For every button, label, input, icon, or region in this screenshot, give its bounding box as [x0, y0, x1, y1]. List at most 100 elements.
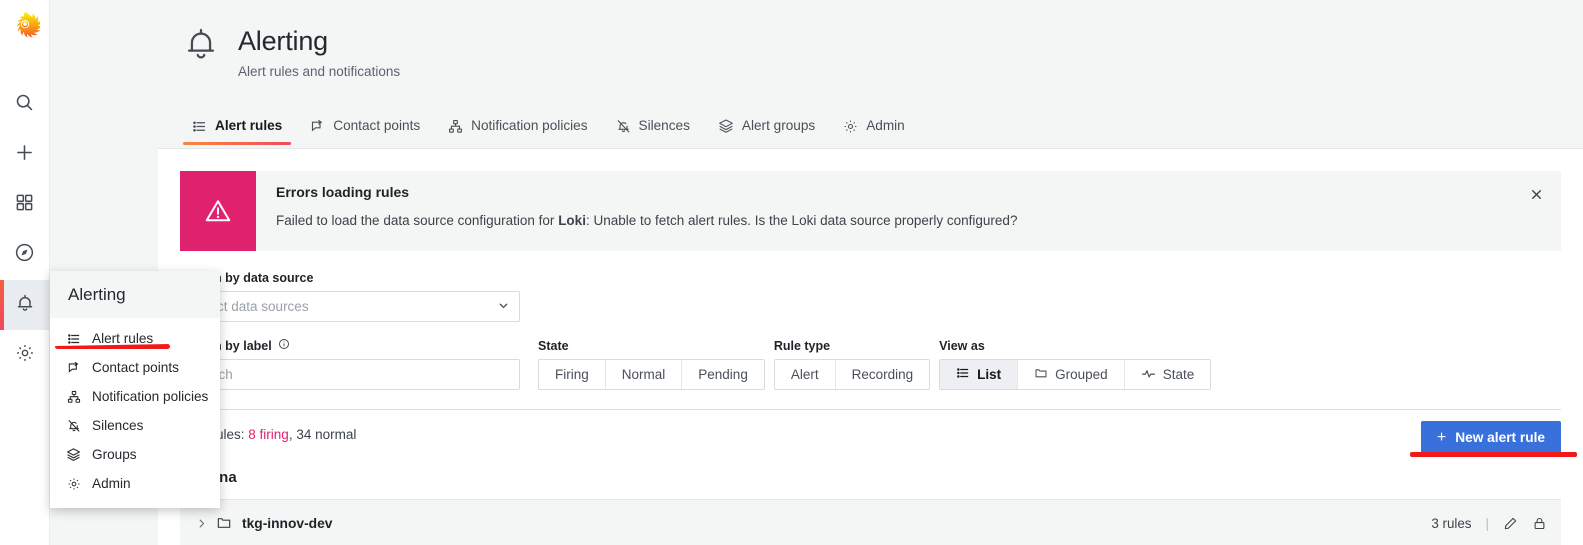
alerting-page: Alerting Alert rules and notifications A… [0, 0, 1583, 545]
tab-silences[interactable]: Silences [602, 113, 704, 145]
state-option-firing[interactable]: Firing [539, 360, 606, 389]
rule-count: 3 rules [1431, 515, 1472, 531]
flyout-item-silences[interactable]: Silences [50, 411, 220, 440]
flyout-item-admin[interactable]: Admin [50, 469, 220, 498]
tab-label: Alert groups [741, 118, 816, 133]
gear-icon [843, 119, 858, 134]
bell-slash-icon [616, 119, 631, 134]
view-as-radio-group: List Grouped State [939, 359, 1212, 390]
plus-icon [14, 142, 35, 168]
tab-admin[interactable]: Admin [829, 113, 919, 145]
state-radio-group: Firing Normal Pending [538, 359, 765, 390]
page-subtitle: Alert rules and notifications [238, 64, 401, 79]
divider [180, 409, 1561, 410]
rule-type-radio-group: Alert Recording [773, 359, 931, 390]
layer-group-icon [66, 447, 81, 462]
main-nav-rail [0, 0, 50, 545]
sidebar-item-alerting[interactable] [0, 280, 50, 330]
annotation-underline-new-alert-rule [1410, 452, 1577, 457]
search-icon [14, 92, 35, 118]
dashboards-icon [15, 193, 34, 217]
filters-row-2: Search by label Search State F [180, 338, 1561, 390]
alert-title: Errors loading rules [276, 184, 410, 200]
list-icon [956, 366, 970, 383]
chevron-down-icon [497, 299, 510, 315]
new-alert-rule-button[interactable]: + New alert rule [1420, 421, 1561, 454]
view-as-label: Grouped [1055, 367, 1108, 382]
flyout-item-label: Alert rules [92, 331, 154, 346]
bell-icon [15, 293, 35, 318]
state-option-normal[interactable]: Normal [605, 360, 683, 389]
separator: | [1485, 515, 1489, 531]
flyout-item-label: Notification policies [92, 389, 209, 404]
filter-rule-type: Rule type Alert Recording [773, 339, 931, 390]
flyout-item-notification-policies[interactable]: Notification policies [50, 382, 220, 411]
view-as-option-grouped[interactable]: Grouped [1018, 360, 1125, 389]
grafana-logo-icon[interactable] [8, 8, 42, 42]
tab-contact-points[interactable]: Contact points [296, 113, 434, 145]
filter-label-label: Search by label [180, 338, 529, 353]
sidebar-item-explore[interactable] [0, 230, 50, 280]
filter-label: Search by label Search [180, 338, 529, 390]
close-icon[interactable] [1525, 183, 1547, 205]
rule-folder-name: tkg-innov-dev [242, 515, 333, 531]
rule-type-option-recording[interactable]: Recording [835, 360, 930, 389]
compass-icon [14, 242, 35, 268]
label-search-input[interactable]: Search [180, 359, 520, 390]
flyout-item-label: Silences [92, 418, 144, 433]
filter-state-label: State [538, 339, 569, 353]
tab-label: Contact points [333, 118, 421, 133]
list-icon [192, 119, 207, 134]
comment-share-icon [310, 119, 325, 134]
lock-icon[interactable] [1532, 516, 1547, 531]
tab-bar: Alert rules Contact points Notification … [178, 113, 919, 145]
sidebar-item-search[interactable] [0, 80, 50, 130]
new-alert-rule-label: New alert rule [1455, 430, 1545, 445]
tab-label: Alert rules [215, 118, 283, 133]
bell-slash-icon [66, 419, 81, 433]
datasource-select[interactable]: Select data sources [180, 291, 520, 322]
pencil-icon[interactable] [1503, 516, 1518, 531]
flyout-item-label: Groups [92, 447, 137, 462]
chevron-right-icon[interactable] [192, 518, 210, 529]
sitemap-icon [66, 390, 81, 404]
error-alert-banner: Errors loading rules Failed to load the … [180, 171, 1561, 251]
filter-datasource: Search by data source Select data source… [180, 271, 1561, 322]
folder-icon [216, 515, 232, 531]
table-row[interactable]: tkg-innov-dev 3 rules | [180, 499, 1561, 545]
rule-type-option-alert[interactable]: Alert [774, 360, 836, 389]
view-as-option-state[interactable]: State [1124, 360, 1211, 389]
tab-notification-policies[interactable]: Notification policies [434, 113, 601, 145]
filters-section: Search by data source Select data source… [180, 271, 1561, 390]
summary-firing-count: 8 firing [248, 427, 289, 442]
filter-rule-type-label: Rule type [773, 339, 831, 353]
summary-rest: , 34 normal [288, 427, 357, 442]
tab-alert-groups[interactable]: Alert groups [704, 113, 829, 145]
plus-icon: + [1436, 428, 1447, 446]
gear-icon [15, 343, 35, 368]
heart-rate-icon [1141, 366, 1156, 384]
info-circle-icon[interactable] [278, 338, 290, 353]
state-option-pending[interactable]: Pending [682, 360, 764, 389]
layer-group-icon [718, 118, 734, 134]
view-as-label: State [1162, 367, 1195, 382]
list-icon [66, 332, 81, 346]
flyout-item-groups[interactable]: Groups [50, 440, 220, 469]
comment-share-icon [66, 361, 81, 375]
sidebar-item-configuration[interactable] [0, 330, 50, 380]
alert-message: Failed to load the data source configura… [276, 213, 1543, 228]
warning-triangle-icon [180, 171, 256, 251]
flyout-title: Alerting [50, 271, 220, 318]
alert-message-prefix: Failed to load the data source configura… [276, 213, 559, 228]
filter-view-as: View as List Grouped State [939, 339, 1212, 390]
rule-row-actions: 3 rules | [1431, 516, 1547, 531]
flyout-item-contact-points[interactable]: Contact points [50, 353, 220, 382]
view-as-option-list[interactable]: List [940, 360, 1019, 389]
tab-alert-rules[interactable]: Alert rules [178, 113, 296, 145]
sidebar-item-dashboards[interactable] [0, 180, 50, 230]
tab-label: Notification policies [471, 118, 588, 133]
sidebar-item-create[interactable] [0, 130, 50, 180]
flyout-item-label: Contact points [92, 360, 179, 375]
tab-label: Silences [638, 118, 690, 133]
tab-label: Admin [866, 118, 905, 133]
